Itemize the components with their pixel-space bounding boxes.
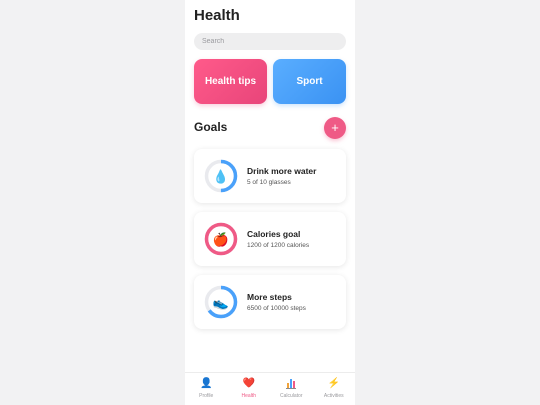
goal-subtitle: 6500 of 10000 steps [247,305,306,312]
tab-calculator[interactable]: Calculator [270,373,313,405]
tab-profile[interactable]: 👤 Profile [185,373,228,405]
goal-title: Drink more water [247,166,317,176]
add-goal-button[interactable]: + [324,117,346,139]
tab-health[interactable]: ❤️ Health [228,373,271,405]
goal-card-steps[interactable]: 👟 More steps 6500 of 10000 steps [194,275,346,329]
apple-icon: 🍎 [212,231,230,247]
lightning-icon: ⚡ [327,378,340,389]
tab-activities[interactable]: ⚡ Activities [313,373,356,405]
page-title: Health [194,7,240,24]
goal-subtitle: 1200 of 1200 calories [247,242,310,249]
health-tips-tile[interactable]: Health tips [194,59,267,104]
goal-title: More steps [247,292,292,302]
sneaker-icon: 👟 [212,294,230,310]
goal-progress-ring: 💧 [204,159,238,193]
goal-subtitle: 5 of 10 glasses [247,179,291,186]
search-input[interactable] [194,33,346,50]
phone-screen: Health Health tips Sport Goals + 💧 Drink… [185,0,355,405]
tab-label: Activities [323,393,344,399]
goal-progress-ring: 🍎 [204,222,238,256]
user-icon: 👤 [200,378,213,389]
tab-label: Health [241,393,256,399]
sport-tile[interactable]: Sport [273,59,346,104]
heart-icon: ❤️ [242,378,255,389]
bottom-tab-bar: 👤 Profile ❤️ Health Calculator ⚡ Activit… [185,372,355,405]
goal-title: Calories goal [247,229,301,239]
tab-label: Calculator [279,393,303,399]
tab-label: Profile [199,393,214,399]
goal-progress-ring: 👟 [204,285,238,319]
goals-heading: Goals [194,120,228,134]
chart-icon [286,378,297,390]
goal-card-calories[interactable]: 🍎 Calories goal 1200 of 1200 calories [194,212,346,266]
goal-card-water[interactable]: 💧 Drink more water 5 of 10 glasses [194,149,346,203]
water-drop-icon: 💧 [212,168,230,184]
